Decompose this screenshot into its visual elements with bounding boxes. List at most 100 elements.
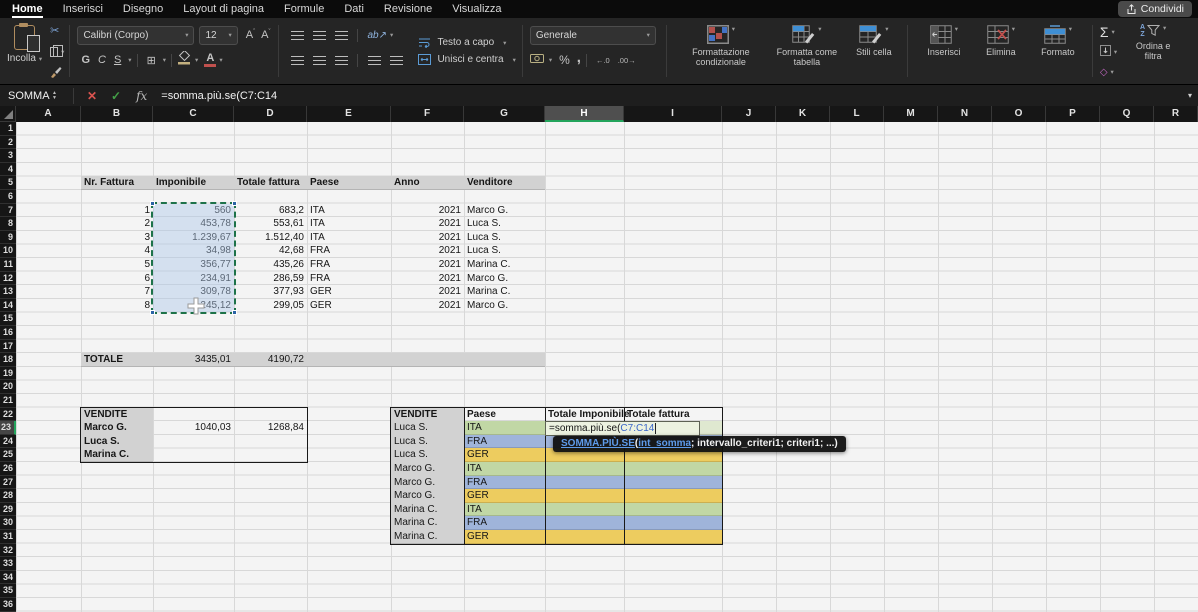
column-header-F[interactable]: F bbox=[391, 106, 464, 122]
row-header-20[interactable]: 20 bbox=[0, 380, 16, 394]
cell[interactable]: 2021 bbox=[391, 231, 464, 245]
column-header-A[interactable]: A bbox=[16, 106, 81, 122]
selection-handle[interactable] bbox=[150, 201, 155, 206]
formula-bar-expand-icon[interactable]: ▾ bbox=[1182, 91, 1198, 100]
format-painter-button[interactable] bbox=[50, 66, 64, 78]
row-header-19[interactable]: 19 bbox=[0, 367, 16, 381]
fx-icon[interactable]: fx bbox=[136, 89, 147, 103]
row-header-16[interactable]: 16 bbox=[0, 326, 16, 340]
column-header-I[interactable]: I bbox=[624, 106, 722, 122]
tab-dati[interactable]: Dati bbox=[344, 3, 364, 15]
row-header-33[interactable]: 33 bbox=[0, 557, 16, 571]
cell[interactable]: ITA bbox=[307, 217, 391, 231]
tab-inserisci[interactable]: Inserisci bbox=[63, 3, 103, 15]
header-cell[interactable]: Totale fattura bbox=[234, 176, 307, 190]
row-header-8[interactable]: 8 bbox=[0, 217, 16, 231]
cell[interactable]: FRA bbox=[307, 272, 391, 286]
worksheet[interactable]: Nr. FatturaImponibileTotale fatturaPaese… bbox=[0, 106, 1198, 612]
column-header-L[interactable]: L bbox=[830, 106, 884, 122]
cell[interactable]: 8 bbox=[81, 299, 153, 313]
cell[interactable]: Luca S. bbox=[464, 217, 545, 231]
increase-indent-button[interactable] bbox=[390, 56, 403, 65]
row-header-1[interactable]: 1 bbox=[0, 122, 16, 136]
cut-button[interactable]: ✂ bbox=[50, 25, 64, 38]
selection-handle[interactable] bbox=[150, 310, 155, 315]
cell[interactable]: 2021 bbox=[391, 204, 464, 218]
row-header-10[interactable]: 10 bbox=[0, 244, 16, 258]
find-select-button[interactable]: ▾ Trova e seleziona bbox=[1192, 24, 1198, 82]
cell[interactable]: 2021 bbox=[391, 285, 464, 299]
row-header-24[interactable]: 24 bbox=[0, 435, 16, 449]
cell[interactable]: Luca S. bbox=[464, 244, 545, 258]
cell[interactable]: ITA bbox=[307, 231, 391, 245]
row-header-25[interactable]: 25 bbox=[0, 448, 16, 462]
row-header-9[interactable]: 9 bbox=[0, 231, 16, 245]
cell[interactable]: Marco G. bbox=[464, 299, 545, 313]
cell[interactable]: 435,26 bbox=[234, 258, 307, 272]
totale-label[interactable]: TOTALE bbox=[81, 353, 153, 367]
column-header-R[interactable]: R bbox=[1154, 106, 1198, 122]
cell[interactable]: 2 bbox=[81, 217, 153, 231]
row-header-3[interactable]: 3 bbox=[0, 149, 16, 163]
cell[interactable]: FRA bbox=[307, 258, 391, 272]
cell[interactable]: 377,93 bbox=[234, 285, 307, 299]
comma-style-button[interactable]: , bbox=[577, 53, 581, 63]
cell[interactable]: Luca S. bbox=[464, 231, 545, 245]
align-center-button[interactable] bbox=[313, 56, 326, 65]
fill-button[interactable] bbox=[1100, 43, 1111, 61]
tab-home[interactable]: Home bbox=[12, 3, 43, 15]
cell[interactable]: FRA bbox=[307, 244, 391, 258]
column-header-D[interactable]: D bbox=[234, 106, 307, 122]
confirm-icon[interactable]: ✓ bbox=[111, 89, 121, 103]
name-box[interactable]: SOMMA bbox=[0, 90, 52, 102]
selection-handle[interactable] bbox=[232, 310, 237, 315]
tab-formule[interactable]: Formule bbox=[284, 3, 324, 15]
column-header-M[interactable]: M bbox=[884, 106, 938, 122]
tab-revisione[interactable]: Revisione bbox=[384, 3, 432, 15]
column-header-B[interactable]: B bbox=[81, 106, 153, 122]
orientation-button[interactable]: ab↗ bbox=[367, 30, 387, 41]
header-cell[interactable]: Venditore bbox=[464, 176, 545, 190]
header-cell[interactable]: Imponibile bbox=[153, 176, 234, 190]
tab-visualizza[interactable]: Visualizza bbox=[452, 3, 501, 15]
format-cells-button[interactable]: ▾ Formato bbox=[1034, 25, 1082, 57]
row-header-4[interactable]: 4 bbox=[0, 163, 16, 177]
tab-disegno[interactable]: Disegno bbox=[123, 3, 163, 15]
fill-color-button[interactable] bbox=[177, 51, 192, 70]
name-box-stepper[interactable]: ▲▼ bbox=[52, 91, 57, 101]
column-header-E[interactable]: E bbox=[307, 106, 391, 122]
row-header-30[interactable]: 30 bbox=[0, 516, 16, 530]
cell[interactable]: 7 bbox=[81, 285, 153, 299]
column-header-Q[interactable]: Q bbox=[1100, 106, 1154, 122]
function-name-link[interactable]: SOMMA.PIÙ.SE bbox=[561, 438, 635, 449]
font-size-select[interactable]: 12▾ bbox=[199, 26, 237, 45]
tab-layout-di-pagina[interactable]: Layout di pagina bbox=[183, 3, 264, 15]
cell[interactable]: Marco G. bbox=[464, 272, 545, 286]
align-middle-button[interactable] bbox=[313, 31, 326, 40]
row-header-13[interactable]: 13 bbox=[0, 285, 16, 299]
share-button[interactable]: Condividi bbox=[1118, 1, 1192, 17]
header-cell[interactable]: Nr. Fattura bbox=[81, 176, 153, 190]
cell[interactable]: 42,68 bbox=[234, 244, 307, 258]
format-as-table-button[interactable]: ▾ Formatta come tabella bbox=[773, 25, 841, 68]
cell[interactable]: 683,2 bbox=[234, 204, 307, 218]
insert-cells-button[interactable]: ▾ Inserisci bbox=[920, 25, 968, 57]
align-bottom-button[interactable] bbox=[335, 31, 348, 40]
cell[interactable]: 6 bbox=[81, 272, 153, 286]
cell[interactable]: 2021 bbox=[391, 299, 464, 313]
number-format-select[interactable]: Generale▾ bbox=[530, 26, 656, 45]
row-header-21[interactable]: 21 bbox=[0, 394, 16, 408]
align-top-button[interactable] bbox=[291, 31, 304, 40]
cell[interactable]: 3435,01 bbox=[153, 353, 234, 367]
cell[interactable]: 286,59 bbox=[234, 272, 307, 286]
cell[interactable]: 4190,72 bbox=[234, 353, 307, 367]
increase-font-button[interactable]: Aˆ bbox=[246, 29, 255, 41]
row-header-35[interactable]: 35 bbox=[0, 584, 16, 598]
font-color-button[interactable]: A bbox=[204, 53, 216, 67]
clear-button[interactable]: ◇ bbox=[1100, 67, 1108, 78]
row-header-27[interactable]: 27 bbox=[0, 476, 16, 490]
row-header-18[interactable]: 18 bbox=[0, 353, 16, 367]
align-right-button[interactable] bbox=[335, 56, 348, 65]
italic-button[interactable]: C bbox=[98, 54, 106, 66]
row-header-32[interactable]: 32 bbox=[0, 544, 16, 558]
